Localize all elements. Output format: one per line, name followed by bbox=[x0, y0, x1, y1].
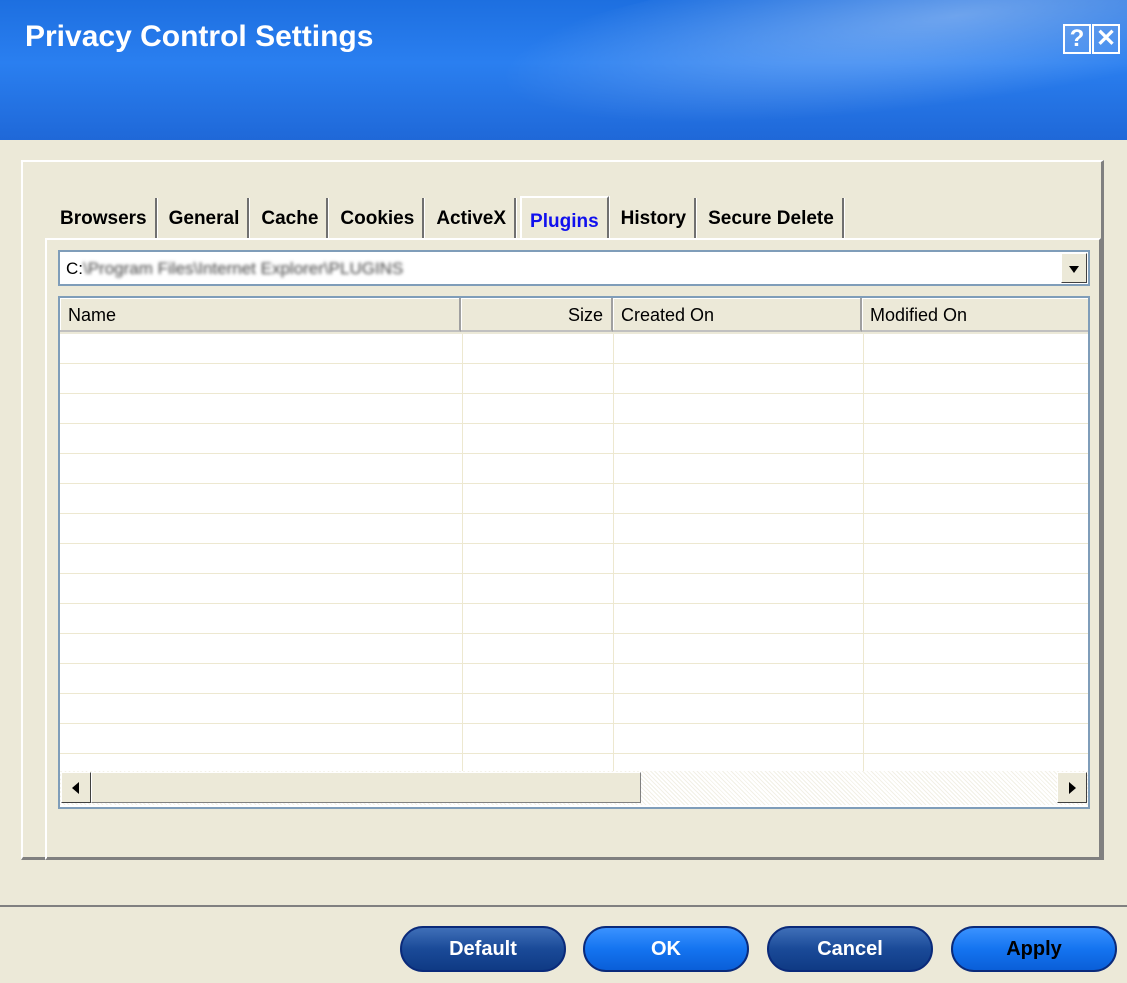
apply-button[interactable]: Apply bbox=[951, 926, 1117, 972]
scrollbar-thumb[interactable] bbox=[91, 772, 641, 803]
plugin-path-dropdown[interactable]: C:\Program Files\Internet Explorer\PLUGI… bbox=[58, 250, 1090, 286]
list-body bbox=[60, 334, 1088, 771]
column-header-modified-on[interactable]: Modified On bbox=[862, 298, 1088, 332]
scroll-right-icon[interactable] bbox=[1057, 772, 1087, 803]
tab-plugins[interactable]: Plugins bbox=[520, 196, 609, 240]
tab-cookies[interactable]: Cookies bbox=[332, 198, 425, 240]
column-divider bbox=[462, 334, 463, 771]
tab-strip: Browsers General Cache Cookies ActiveX P… bbox=[52, 196, 848, 240]
tab-general[interactable]: General bbox=[161, 198, 250, 240]
list-header: Name Size Created On Modified On bbox=[60, 298, 1088, 334]
ok-button[interactable]: OK bbox=[583, 926, 749, 972]
column-divider bbox=[863, 334, 864, 771]
window-title: Privacy Control Settings bbox=[25, 20, 374, 53]
plugin-path-text: C:\Program Files\Internet Explorer\PLUGI… bbox=[66, 259, 403, 279]
tab-secure-delete[interactable]: Secure Delete bbox=[700, 198, 844, 240]
banner-swoosh bbox=[412, 0, 1127, 140]
horizontal-scrollbar[interactable] bbox=[60, 771, 1088, 805]
column-header-size[interactable]: Size bbox=[461, 298, 613, 332]
plugins-list[interactable]: Name Size Created On Modified On bbox=[58, 296, 1090, 809]
help-button[interactable]: ? bbox=[1063, 24, 1091, 54]
scroll-left-icon[interactable] bbox=[61, 772, 91, 803]
tab-history[interactable]: History bbox=[613, 198, 697, 240]
cancel-button[interactable]: Cancel bbox=[767, 926, 933, 972]
column-header-created-on[interactable]: Created On bbox=[613, 298, 862, 332]
title-banner: Privacy Control Settings ? ✕ bbox=[0, 0, 1127, 140]
drive-prefix: C: bbox=[66, 259, 83, 278]
tab-cache[interactable]: Cache bbox=[253, 198, 329, 240]
column-divider bbox=[613, 334, 614, 771]
tab-browsers[interactable]: Browsers bbox=[52, 198, 157, 240]
close-button[interactable]: ✕ bbox=[1092, 24, 1120, 54]
plugin-path-blurred: \Program Files\Internet Explorer\PLUGINS bbox=[83, 259, 404, 278]
tab-activex[interactable]: ActiveX bbox=[428, 198, 517, 240]
chevron-down-icon[interactable] bbox=[1061, 253, 1087, 283]
default-button[interactable]: Default bbox=[400, 926, 566, 972]
column-header-name[interactable]: Name bbox=[60, 298, 461, 332]
